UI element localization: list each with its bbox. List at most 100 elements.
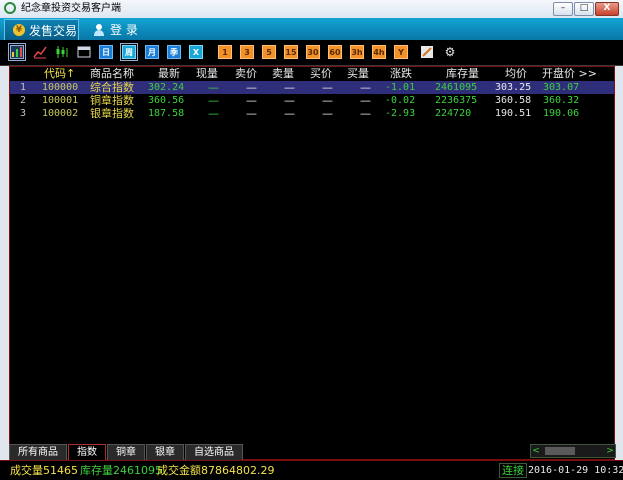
status-bar: 成交量51465 库存量2461095 成交金额87864802.29 连接 2… xyxy=(0,460,623,480)
row-volume: — xyxy=(208,81,219,94)
row-bid-volume: — xyxy=(360,81,371,94)
min-15-button[interactable]: 15 xyxy=(284,45,298,59)
scroll-right-icon[interactable]: > xyxy=(605,445,615,457)
quote-table: 代码↑ 商品名称 最新 现量 卖价 卖量 买价 买量 涨跌 库存量 均价 开盘价… xyxy=(9,66,615,460)
row-avg: 190.51 xyxy=(495,108,532,119)
table-row[interactable]: 2 100001 铜章指数 360.56 — — — — — -0.02 223… xyxy=(10,94,614,107)
min-5-button[interactable]: 5 xyxy=(262,45,276,59)
table-header: 代码↑ 商品名称 最新 现量 卖价 卖量 买价 买量 涨跌 库存量 均价 开盘价… xyxy=(10,67,614,81)
window-view-icon[interactable] xyxy=(77,45,91,59)
tab-trading-label: 发售交易 xyxy=(29,23,78,38)
title-bar: 纪念章投资交易客户端 – □ X xyxy=(0,0,623,19)
row-code: 100001 xyxy=(42,95,79,106)
row-ask: — xyxy=(246,81,257,94)
settings-gear-icon[interactable]: ⚙ xyxy=(443,45,457,59)
period-season-button[interactable]: 季 xyxy=(167,45,181,59)
col-ask-volume-header[interactable]: 卖量 xyxy=(272,67,294,80)
coin-icon: ¥ xyxy=(13,24,25,36)
row-name: 银章指数 xyxy=(90,107,134,120)
row-volume: — xyxy=(208,94,219,107)
table-row[interactable]: 3 100002 银章指数 187.58 — — — — — -2.93 224… xyxy=(10,107,614,120)
row-index: 2 xyxy=(20,95,27,106)
row-bid: — xyxy=(322,107,333,120)
row-change: -2.93 xyxy=(385,108,416,119)
row-name: 综合指数 xyxy=(90,81,134,94)
tab-all-products[interactable]: 所有商品 xyxy=(9,444,67,460)
period-month-button[interactable]: 月 xyxy=(145,45,159,59)
close-button[interactable]: X xyxy=(595,2,619,16)
row-stock: 2236375 xyxy=(435,95,478,106)
row-open: 190.06 xyxy=(543,108,580,119)
row-stock: 2461095 xyxy=(435,82,478,93)
status-amount: 成交金额87864802.29 xyxy=(157,464,275,477)
row-avg: 303.25 xyxy=(495,82,532,93)
min-60-button[interactable]: 60 xyxy=(328,45,342,59)
col-code-header[interactable]: 代码↑ xyxy=(44,67,75,80)
row-bid-volume: — xyxy=(360,107,371,120)
connection-status: 连接 xyxy=(499,463,527,478)
candlestick-icon[interactable] xyxy=(55,45,69,59)
row-ask-volume: — xyxy=(284,94,295,107)
scroll-thumb[interactable] xyxy=(545,447,575,455)
scroll-left-icon[interactable]: < xyxy=(531,445,541,457)
horizontal-scrollbar[interactable]: < > xyxy=(530,444,616,458)
year-button[interactable]: Y xyxy=(394,45,408,59)
user-icon xyxy=(94,23,104,36)
table-row[interactable]: 1 100000 综合指数 302.24 — — — — — -1.01 246… xyxy=(10,81,614,94)
tab-trading[interactable]: ¥ 发售交易 xyxy=(4,19,79,40)
min-1-button[interactable]: 1 xyxy=(218,45,232,59)
row-code: 100002 xyxy=(42,108,79,119)
tab-copper[interactable]: 铜章 xyxy=(107,444,145,460)
row-ask-volume: — xyxy=(284,107,295,120)
col-bid-header[interactable]: 买价 xyxy=(310,67,332,80)
row-bid: — xyxy=(322,94,333,107)
row-last: 187.58 xyxy=(148,108,185,119)
row-volume: — xyxy=(208,107,219,120)
col-stock-header[interactable]: 库存量 xyxy=(446,67,479,80)
col-open-header[interactable]: 开盘价 >> xyxy=(542,67,597,80)
hour-3-button[interactable]: 3h xyxy=(350,45,364,59)
col-change-header[interactable]: 涨跌 xyxy=(390,67,412,80)
col-ask-header[interactable]: 卖价 xyxy=(235,67,257,80)
col-bid-volume-header[interactable]: 买量 xyxy=(347,67,369,80)
period-year-button[interactable]: X xyxy=(189,45,203,59)
col-volume-header[interactable]: 现量 xyxy=(196,67,218,80)
row-code: 100000 xyxy=(42,82,79,93)
tab-login[interactable]: 登 录 xyxy=(90,19,160,40)
col-avg-header[interactable]: 均价 xyxy=(505,67,527,80)
main-nav: ¥ 发售交易 登 录 xyxy=(0,18,623,40)
row-change: -1.01 xyxy=(385,82,416,93)
maximize-button[interactable]: □ xyxy=(574,2,594,16)
window-controls: – □ X xyxy=(553,2,619,16)
row-open: 360.32 xyxy=(543,95,580,106)
period-day-button[interactable]: 日 xyxy=(99,45,113,59)
row-last: 302.24 xyxy=(148,82,185,93)
min-3-button[interactable]: 3 xyxy=(240,45,254,59)
row-avg: 360.58 xyxy=(495,95,532,106)
minimize-button[interactable]: – xyxy=(553,2,573,16)
min-30-button[interactable]: 30 xyxy=(306,45,320,59)
quote-list-icon[interactable] xyxy=(8,43,26,61)
tab-silver[interactable]: 银章 xyxy=(146,444,184,460)
line-chart-icon[interactable] xyxy=(33,45,47,59)
row-ask: — xyxy=(246,94,257,107)
col-last-header[interactable]: 最新 xyxy=(158,67,180,80)
status-volume: 成交量51465 xyxy=(10,464,78,477)
status-stock: 库存量2461095 xyxy=(80,464,162,477)
tab-index[interactable]: 指数 xyxy=(68,444,106,460)
row-stock: 224720 xyxy=(435,108,472,119)
tab-login-label: 登 录 xyxy=(110,23,138,37)
row-name: 铜章指数 xyxy=(90,94,134,107)
category-tabs: 所有商品 指数 铜章 银章 自选商品 xyxy=(9,444,244,460)
tab-watchlist[interactable]: 自选商品 xyxy=(185,444,243,460)
row-bid-volume: — xyxy=(360,94,371,107)
row-index: 1 xyxy=(20,82,27,93)
hour-4-button[interactable]: 4h xyxy=(372,45,386,59)
col-name-header[interactable]: 商品名称 xyxy=(90,67,134,80)
draw-tool-icon[interactable] xyxy=(420,45,434,59)
row-ask-volume: — xyxy=(284,81,295,94)
window-title: 纪念章投资交易客户端 xyxy=(21,3,121,14)
app-logo-icon xyxy=(4,2,16,14)
period-week-button[interactable]: 周 xyxy=(120,43,138,61)
row-open: 303.07 xyxy=(543,82,580,93)
